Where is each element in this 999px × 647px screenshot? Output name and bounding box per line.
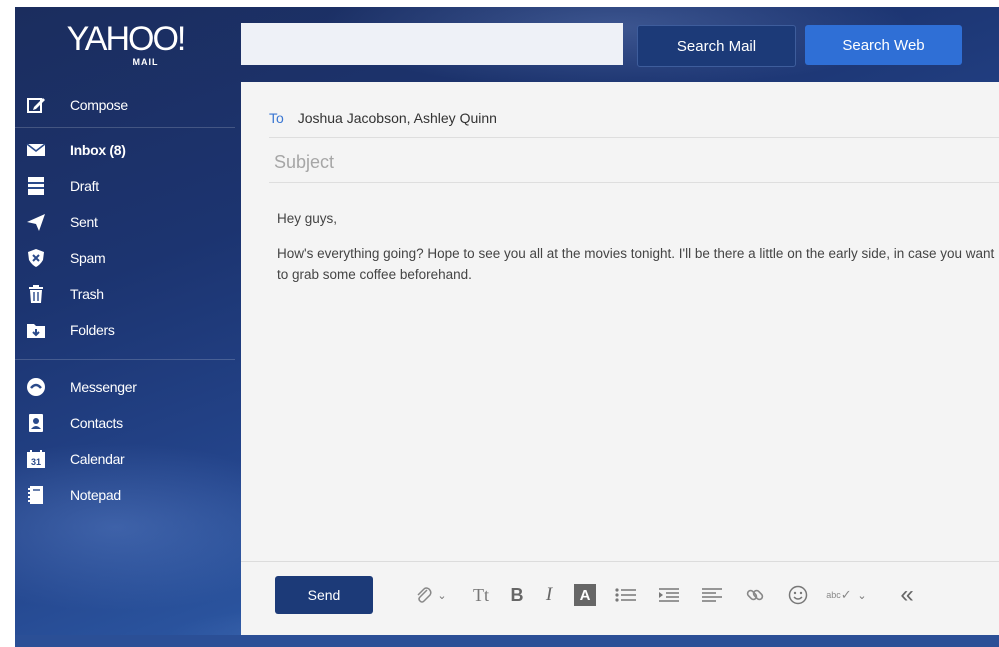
sidebar-item-calendar[interactable]: 31 Calendar [15, 444, 240, 474]
messenger-icon [25, 376, 47, 398]
chevron-down-icon[interactable]: ⌄ [435, 582, 449, 608]
trash-icon [25, 283, 47, 305]
sidebar-item-folders[interactable]: Folders [15, 315, 240, 345]
sidebar-item-label: Sent [70, 214, 98, 230]
notepad-icon [25, 484, 47, 506]
sidebar-item-label: Draft [70, 178, 99, 194]
spellcheck-icon[interactable]: abc ✓ [825, 582, 853, 608]
logo-brand: YAHOO! [66, 20, 187, 58]
italic-icon[interactable]: I [541, 582, 557, 608]
link-icon[interactable] [743, 582, 767, 608]
body-paragraph: Hey guys, [277, 211, 338, 226]
envelope-icon [25, 139, 47, 161]
sidebar-item-label: Compose [70, 97, 128, 113]
sidebar-item-sent[interactable]: Sent [15, 207, 240, 237]
search-mail-label: Search Mail [676, 37, 757, 55]
app-frame: YAHOO! MAIL Search Mail Search Web Compo… [15, 7, 999, 647]
yahoo-mail-logo[interactable]: YAHOO! MAIL [63, 21, 188, 67]
to-row[interactable]: To Joshua Jacobson, Ashley Quinn [269, 110, 497, 126]
spam-shield-icon [25, 247, 47, 269]
search-web-label: Search Web [842, 36, 925, 54]
bullet-list-icon[interactable] [614, 582, 638, 608]
sidebar-item-inbox[interactable]: Inbox (8) [15, 135, 240, 165]
bottom-strip [15, 635, 999, 647]
sidebar-item-trash[interactable]: Trash [15, 279, 240, 309]
folder-icon [25, 319, 47, 341]
to-label: To [269, 110, 284, 126]
compose-icon [25, 94, 47, 116]
sidebar-item-draft[interactable]: Draft [15, 171, 240, 201]
toolbar-divider [241, 561, 999, 562]
search-web-button[interactable]: Search Web [805, 25, 962, 65]
body-paragraph: How's everything going? Hope to see you … [277, 246, 995, 282]
sidebar-item-label: Contacts [70, 415, 123, 431]
send-button[interactable]: Send [275, 576, 373, 614]
sidebar-item-messenger[interactable]: Messenger [15, 372, 240, 402]
search-mail-button[interactable]: Search Mail [637, 25, 796, 67]
compose-panel: To Joshua Jacobson, Ashley Quinn Subject… [241, 82, 999, 635]
search-input[interactable] [241, 23, 623, 65]
align-left-icon[interactable] [700, 582, 724, 608]
sidebar-divider [15, 359, 235, 360]
send-label: Send [307, 587, 341, 603]
sidebar-item-label: Spam [70, 250, 106, 266]
sidebar-item-label: Messenger [70, 379, 137, 395]
contacts-icon [25, 412, 47, 434]
chevron-down-icon[interactable]: ⌄ [855, 582, 869, 608]
message-body[interactable]: Hey guys, How's everything going? Hope t… [277, 208, 997, 299]
sidebar-item-label: Folders [70, 322, 115, 338]
collapse-toolbar-icon[interactable]: « [895, 581, 919, 608]
divider [269, 137, 999, 138]
sidebar-item-compose[interactable]: Compose [15, 90, 240, 120]
text-size-icon[interactable]: Tt [469, 582, 493, 608]
sidebar-item-label: Notepad [70, 487, 121, 503]
logo-sub: MAIL [132, 57, 159, 67]
sidebar-item-label: Trash [70, 286, 104, 302]
calendar-day: 31 [31, 457, 41, 467]
text-color-icon[interactable]: A [574, 584, 596, 606]
draft-icon [25, 175, 47, 197]
subject-field[interactable]: Subject [274, 152, 334, 173]
sidebar-item-spam[interactable]: Spam [15, 243, 240, 273]
sidebar-item-label: Calendar [70, 451, 125, 467]
bold-icon[interactable]: B [508, 582, 526, 608]
emoji-icon[interactable] [786, 582, 810, 608]
sidebar-divider [15, 127, 235, 128]
sidebar-item-label: Inbox (8) [70, 142, 126, 158]
sidebar-item-contacts[interactable]: Contacts [15, 408, 240, 438]
sidebar-item-notepad[interactable]: Notepad [15, 480, 240, 510]
indent-icon[interactable] [657, 582, 681, 608]
divider [269, 182, 999, 183]
paper-plane-icon [25, 211, 47, 233]
spellcheck-label: abc [826, 590, 841, 600]
recipients[interactable]: Joshua Jacobson, Ashley Quinn [298, 110, 497, 126]
calendar-icon: 31 [25, 448, 47, 470]
